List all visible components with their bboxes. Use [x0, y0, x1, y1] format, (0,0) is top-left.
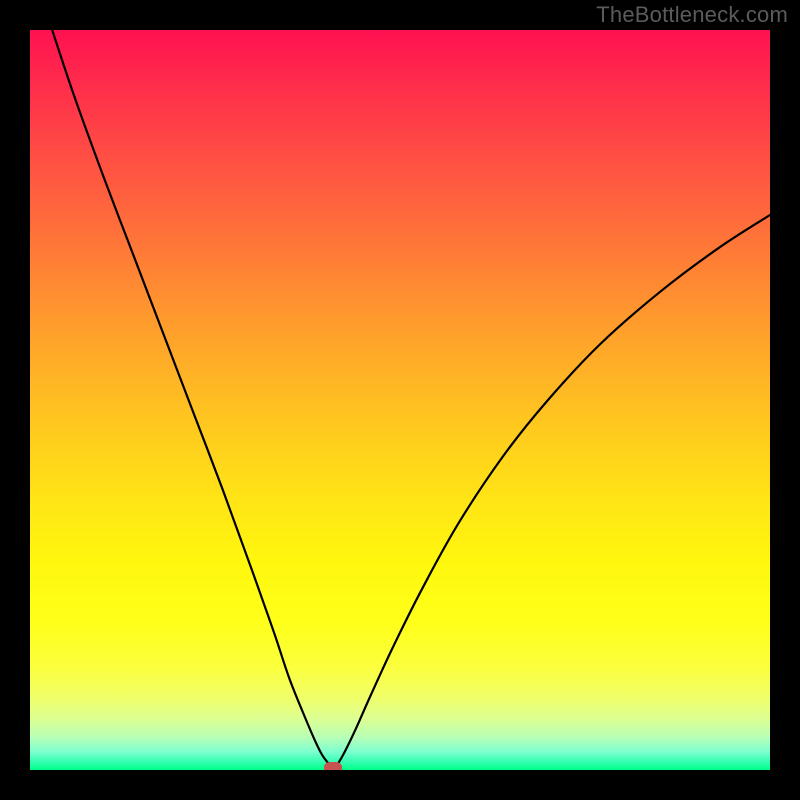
- chart-frame: TheBottleneck.com: [0, 0, 800, 800]
- bottleneck-curve: [30, 30, 770, 770]
- plot-area: [30, 30, 770, 770]
- watermark-label: TheBottleneck.com: [596, 2, 788, 28]
- optimal-point-marker: [324, 762, 342, 770]
